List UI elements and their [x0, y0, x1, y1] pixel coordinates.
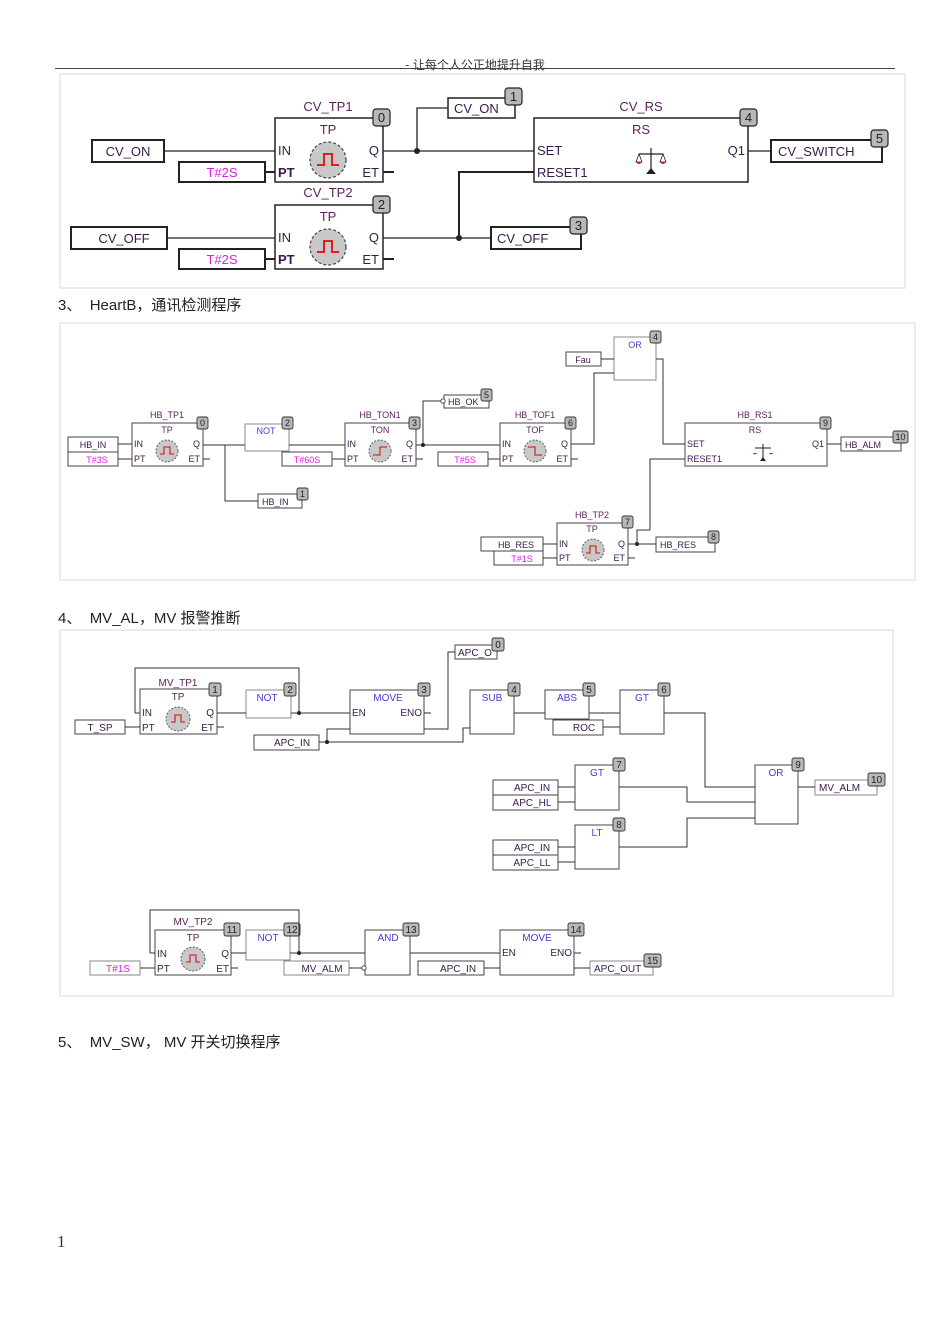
section-title-mv-sw: 5、 MV_SW， MV 开关切换程序 — [58, 1034, 281, 1051]
pulse-timer-icon — [180, 946, 206, 972]
svg-text:7: 7 — [616, 760, 622, 771]
svg-text:ROC: ROC — [573, 723, 595, 734]
junction-dot — [325, 740, 329, 744]
block-mv-sub[interactable]: SUB 4 — [469, 682, 521, 735]
svg-text:MV_ALM: MV_ALM — [819, 783, 860, 794]
block-mv-abs[interactable]: ABS 5 — [544, 682, 596, 720]
pulse-timer-icon — [165, 706, 191, 732]
svg-text:11: 11 — [227, 925, 238, 936]
var-roc[interactable]: ROC — [552, 719, 604, 736]
block-mv-gt2[interactable]: GT 7 — [574, 757, 626, 811]
var-apc-hl[interactable]: APC_HL — [492, 794, 559, 811]
var-t-sp[interactable]: T_SP — [74, 719, 126, 735]
svg-text:1: 1 — [212, 685, 218, 696]
block-mv-move2[interactable]: MOVE EN ENO 14 — [499, 922, 585, 976]
svg-text:APC_O: APC_O — [458, 648, 492, 659]
svg-text:15: 15 — [647, 956, 659, 967]
svg-text:ET: ET — [201, 723, 214, 734]
svg-text:PT: PT — [157, 964, 170, 975]
svg-text:OR: OR — [769, 768, 784, 779]
svg-text:NOT: NOT — [257, 933, 278, 944]
block-mv-not1[interactable]: NOT 2 — [245, 682, 297, 719]
svg-text:PT: PT — [142, 723, 155, 734]
svg-text:2: 2 — [287, 685, 293, 696]
svg-text:T#1S: T#1S — [106, 964, 130, 975]
svg-text:TP: TP — [187, 933, 200, 944]
svg-text:8: 8 — [616, 820, 622, 831]
svg-text:12: 12 — [286, 925, 298, 936]
svg-text:ENO: ENO — [550, 948, 572, 959]
junction-dot — [297, 951, 301, 955]
var-apc-ll[interactable]: APC_LL — [492, 854, 559, 871]
svg-text:10: 10 — [871, 775, 883, 786]
svg-text:APC_IN: APC_IN — [514, 783, 550, 794]
svg-text:MOVE: MOVE — [373, 693, 403, 704]
block-mv-not2[interactable]: NOT 12 — [245, 922, 301, 961]
svg-text:GT: GT — [635, 693, 649, 704]
svg-text:0: 0 — [495, 640, 501, 651]
block-mv-move1[interactable]: MOVE EN ENO 3 — [349, 682, 431, 735]
diagram-mv-al: MV_TP1 TP IN PT Q ET 1 NOT 2 MOVE EN ENO… — [59, 629, 894, 997]
var-apc-in-3[interactable]: APC_IN — [492, 839, 559, 856]
var-apc-in-2[interactable]: APC_IN — [492, 779, 559, 796]
var-mv-alm-input[interactable]: MV_ALM — [283, 960, 350, 976]
block-mv-tp1[interactable]: MV_TP1 TP IN PT Q ET 1 — [139, 678, 222, 735]
svg-text:APC_IN: APC_IN — [514, 843, 550, 854]
svg-text:Q: Q — [206, 708, 214, 719]
block-mv-tp2[interactable]: MV_TP2 TP IN PT Q ET 11 — [154, 917, 241, 976]
var-t1s[interactable]: T#1S — [89, 960, 141, 976]
svg-text:MV_TP1: MV_TP1 — [159, 678, 198, 689]
svg-text:MV_ALM: MV_ALM — [301, 964, 342, 975]
svg-text:APC_IN: APC_IN — [274, 738, 310, 749]
svg-text:EN: EN — [352, 708, 366, 719]
var-mv-alm-output[interactable]: MV_ALM 10 — [814, 772, 886, 796]
svg-text:3: 3 — [421, 685, 427, 696]
svg-text:6: 6 — [661, 685, 667, 696]
var-apc-in-4[interactable]: APC_IN — [417, 960, 485, 976]
svg-text:APC_HL: APC_HL — [513, 798, 552, 809]
junction-dot — [297, 711, 301, 715]
svg-text:LT: LT — [592, 828, 603, 839]
block-mv-gt1[interactable]: GT 6 — [619, 682, 671, 735]
block-mv-and[interactable]: AND 13 — [364, 922, 420, 976]
svg-text:EN: EN — [502, 948, 516, 959]
svg-text:APC_OUT: APC_OUT — [594, 964, 641, 975]
svg-text:13: 13 — [405, 925, 417, 936]
svg-text:SUB: SUB — [482, 693, 503, 704]
svg-text:GT: GT — [590, 768, 604, 779]
svg-text:MV_TP2: MV_TP2 — [174, 917, 213, 928]
svg-text:14: 14 — [570, 925, 582, 936]
svg-text:AND: AND — [377, 933, 398, 944]
svg-text:MOVE: MOVE — [522, 933, 552, 944]
svg-text:APC_IN: APC_IN — [440, 964, 476, 975]
svg-text:APC_LL: APC_LL — [513, 858, 551, 869]
block-mv-lt[interactable]: LT 8 — [574, 817, 626, 870]
svg-text:IN: IN — [157, 949, 167, 960]
svg-text:ENO: ENO — [400, 708, 422, 719]
block-mv-or[interactable]: OR 9 — [754, 757, 805, 825]
svg-text:ABS: ABS — [557, 693, 577, 704]
page-number: 1 — [57, 1232, 66, 1251]
svg-text:Q: Q — [221, 949, 229, 960]
svg-text:ET: ET — [216, 964, 229, 975]
var-apc-o[interactable]: APC_O 0 — [454, 637, 505, 660]
svg-text:9: 9 — [795, 760, 801, 771]
svg-text:4: 4 — [511, 685, 517, 696]
svg-text:5: 5 — [586, 685, 592, 696]
svg-text:TP: TP — [172, 692, 185, 703]
svg-text:IN: IN — [142, 708, 152, 719]
svg-text:T_SP: T_SP — [87, 723, 112, 734]
var-apc-out[interactable]: APC_OUT 15 — [589, 953, 662, 976]
negation-circle — [361, 965, 367, 971]
svg-text:NOT: NOT — [256, 693, 277, 704]
var-apc-in-1[interactable]: APC_IN — [253, 734, 320, 751]
